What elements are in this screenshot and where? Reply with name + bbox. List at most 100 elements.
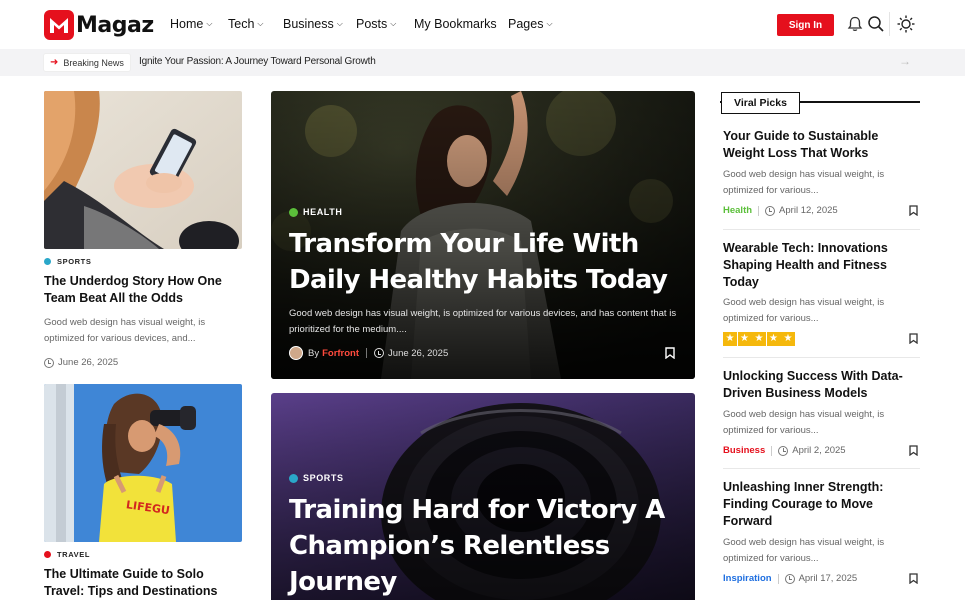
viral-post-title[interactable]: Your Guide to Sustainable Weight Loss Th… xyxy=(723,128,918,162)
arrow-right-icon[interactable]: → xyxy=(899,54,911,68)
category-label[interactable]: SPORTS xyxy=(44,257,91,266)
logo-text: Magaz xyxy=(76,12,154,38)
chevron-down-icon: ⌵ xyxy=(390,19,397,28)
category-label[interactable]: HEALTH xyxy=(289,207,342,217)
featured-post-title[interactable]: Transform Your Life With Daily Healthy H… xyxy=(289,226,689,298)
category-link[interactable]: Inspiration xyxy=(723,573,772,584)
nav-label: Business xyxy=(283,17,334,31)
viral-picks-heading: Viral Picks xyxy=(721,92,800,114)
viral-post-title[interactable]: Wearable Tech: Innovations Shaping Healt… xyxy=(723,240,918,291)
star-icon: ★ xyxy=(737,332,752,346)
category-link[interactable]: Business xyxy=(723,445,765,456)
nav-label: Posts xyxy=(356,17,388,31)
date-text: April 12, 2025 xyxy=(779,205,838,216)
avatar[interactable] xyxy=(289,346,303,360)
featured-post-excerpt: Good web design has visual weight, is op… xyxy=(289,308,677,335)
star-icon: ★ xyxy=(752,332,766,346)
viral-post-meta: Health April 12, 2025 xyxy=(723,205,838,216)
bookmark-icon[interactable] xyxy=(909,333,918,344)
featured-post-title[interactable]: Training Hard for Victory A Champion’s R… xyxy=(289,492,689,600)
phone-photo-image xyxy=(44,91,242,249)
breaking-news-badge: ➜ Breaking News xyxy=(44,54,130,71)
date-text: April 17, 2025 xyxy=(798,573,858,584)
bookmark-icon[interactable] xyxy=(909,445,918,456)
category-dot xyxy=(289,473,298,483)
nav-item-business[interactable]: Business ⌵ xyxy=(283,17,356,31)
bell-icon[interactable] xyxy=(846,15,864,33)
category-dot xyxy=(289,207,298,217)
post-title[interactable]: The Ultimate Guide to Solo Travel: Tips … xyxy=(44,566,244,600)
author-link[interactable]: Forfront xyxy=(322,348,359,359)
category-dot xyxy=(44,551,51,558)
category-dot xyxy=(44,258,51,265)
viral-post-title[interactable]: Unlocking Success With Data-Driven Busin… xyxy=(723,368,918,402)
viral-post-excerpt: Good web design has visual weight, is op… xyxy=(723,297,885,324)
main-nav: Home ⌵ Tech ⌵ Business ⌵ Posts ⌵ My Bookmark… xyxy=(170,17,558,31)
viral-post-excerpt: Good web design has visual weight, is op… xyxy=(723,537,885,564)
viral-post-meta: Business April 2, 2025 xyxy=(723,445,846,456)
rating-stars: ★ ★ ★ ★ ★ xyxy=(723,332,796,346)
star-icon: ★ xyxy=(723,332,737,346)
post-thumbnail[interactable]: LIFEGU xyxy=(44,384,242,542)
date-text: June 26, 2025 xyxy=(388,347,449,359)
category-text: HEALTH xyxy=(303,207,343,217)
sun-icon[interactable] xyxy=(897,15,915,33)
nav-label: Home xyxy=(170,17,204,31)
post-title[interactable]: The Underdog Story How One Team Beat All… xyxy=(44,273,244,307)
chevron-down-icon: ⌵ xyxy=(546,19,553,28)
nav-item-home[interactable]: Home ⌵ xyxy=(170,17,228,31)
meta-divider xyxy=(758,205,760,216)
binoculars-photo-image: LIFEGU xyxy=(44,384,242,542)
clock-icon xyxy=(374,348,385,358)
nav-label: Pages xyxy=(508,17,544,31)
site-logo[interactable]: Magaz xyxy=(44,10,154,40)
bookmark-icon[interactable] xyxy=(665,347,675,359)
nav-item-tech[interactable]: Tech ⌵ xyxy=(228,17,283,31)
clock-icon xyxy=(44,357,54,368)
nav-label: My Bookmarks xyxy=(414,17,497,31)
meta-divider xyxy=(366,348,368,358)
category-text: SPORTS xyxy=(57,257,92,266)
featured-post-meta: By Forfront June 26, 2025 xyxy=(289,346,448,360)
viral-post-excerpt: Good web design has visual weight, is op… xyxy=(723,169,885,196)
clock-icon xyxy=(784,573,795,584)
post-date: June 26, 2025 xyxy=(44,357,118,368)
bookmark-icon[interactable] xyxy=(909,573,918,584)
viral-post-title[interactable]: Unleashing Inner Strength: Finding Coura… xyxy=(723,479,918,530)
date-text: June 26, 2025 xyxy=(58,357,119,368)
star-icon: ★ xyxy=(766,332,781,346)
chevron-down-icon: ⌵ xyxy=(336,19,343,28)
category-label[interactable]: SPORTS xyxy=(289,473,344,483)
date-text: April 2, 2025 xyxy=(792,445,846,456)
meta-divider xyxy=(771,445,773,456)
category-label[interactable]: TRAVEL xyxy=(44,550,90,559)
bolt-icon: ➜ xyxy=(50,57,59,68)
by-label: By xyxy=(308,347,320,359)
sign-in-button[interactable]: Sign In xyxy=(777,14,834,36)
list-divider xyxy=(723,229,920,230)
breaking-headline[interactable]: Ignite Your Passion: A Journey Toward Pe… xyxy=(139,56,376,67)
nav-item-pages[interactable]: Pages ⌵ xyxy=(508,17,558,31)
viral-post-meta: Inspiration April 17, 2025 xyxy=(723,573,857,584)
meta-divider xyxy=(777,573,779,584)
post-thumbnail[interactable] xyxy=(44,91,242,249)
category-link[interactable]: Health xyxy=(723,205,752,216)
header-divider xyxy=(889,12,890,36)
logo-mark xyxy=(44,10,74,40)
nav-item-my-bookmarks[interactable]: My Bookmarks xyxy=(414,17,508,31)
viral-post-excerpt: Good web design has visual weight, is op… xyxy=(723,409,885,436)
nav-item-posts[interactable]: Posts ⌵ xyxy=(356,17,414,31)
search-icon[interactable] xyxy=(867,15,885,33)
chevron-down-icon: ⌵ xyxy=(206,19,213,28)
bookmark-icon[interactable] xyxy=(909,205,918,216)
list-divider xyxy=(723,357,920,358)
chevron-down-icon: ⌵ xyxy=(257,19,264,28)
nav-label: Tech xyxy=(228,17,255,31)
clock-icon xyxy=(765,205,776,216)
category-text: TRAVEL xyxy=(57,550,91,559)
breaking-badge-label: Breaking News xyxy=(63,57,124,68)
star-icon: ★ xyxy=(781,332,795,346)
list-divider xyxy=(723,468,920,469)
post-excerpt: Good web design has visual weight, is op… xyxy=(44,317,206,344)
site-header: Magaz Home ⌵ Tech ⌵ Business ⌵ Posts ⌵ My Bo… xyxy=(0,0,965,49)
